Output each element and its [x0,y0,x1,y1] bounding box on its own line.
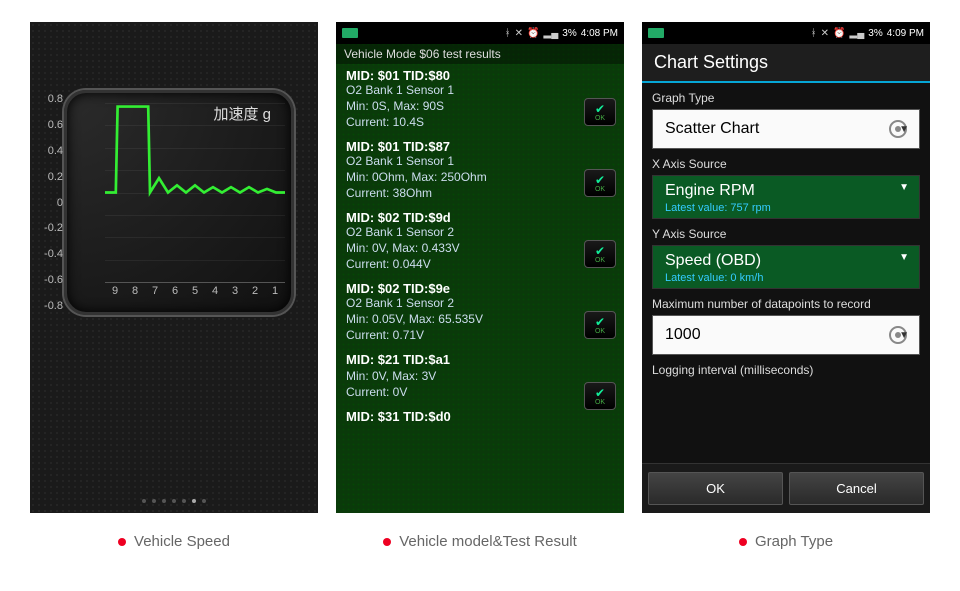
x-axis-label: X Axis Source [652,157,920,171]
signal-icon: ▂▄ [850,28,865,39]
graph-type-label: Graph Type [652,91,920,105]
button-row: OK Cancel [642,463,930,513]
status-bar: ᚼ ✕ ⏰ ▂▄ 3% 4:08 PM [336,22,624,44]
result-item[interactable]: MID: $01 TID:$87 O2 Bank 1 Sensor 1 Min:… [336,135,624,206]
caption-1: Vehicle Speed [30,533,318,550]
results-header: Vehicle Mode $06 test results [336,44,624,64]
interval-label: Logging interval (milliseconds) [652,363,920,377]
max-datapoints-label: Maximum number of datapoints to record [652,297,920,311]
result-item[interactable]: MID: $02 TID:$9d O2 Bank 1 Sensor 2 Min:… [336,206,624,277]
chevron-down-icon: ▼ [899,182,909,193]
x-axis-select[interactable]: Engine RPM Latest value: 757 rpm ▼ [652,175,920,219]
result-item[interactable]: MID: $02 TID:$9e O2 Bank 1 Sensor 2 Min:… [336,277,624,348]
line-trace [105,103,285,282]
x-axis: 9 8 7 6 5 4 3 2 1 [105,285,285,297]
cancel-button[interactable]: Cancel [789,472,924,505]
chevron-down-icon: ▼ [899,252,909,263]
ok-badge: ✔OK [584,311,616,339]
check-icon: ✔ [595,174,605,186]
ok-badge: ✔OK [584,240,616,268]
ok-badge: ✔OK [584,169,616,197]
check-icon: ✔ [595,245,605,257]
chevron-down-icon: ▼ [899,124,909,135]
caption-3: Graph Type [642,533,930,550]
page-title: Chart Settings [654,52,918,73]
dot-icon [383,538,391,546]
plot-area [105,103,285,283]
dot-icon [118,538,126,546]
graph-type-select[interactable]: Scatter Chart ▼ [652,109,920,149]
check-icon: ✔ [595,316,605,328]
battery-pct: 3% [562,28,576,39]
status-bar: ᚼ ✕ ⏰ ▂▄ 3% 4:09 PM [642,22,930,44]
time: 4:08 PM [581,28,618,39]
phone-vehicle-speed: 加速度 g 0.8 0.6 0.4 0.2 0 -0.2 -0.4 -0.6 -… [30,22,318,513]
mute-icon: ✕ [515,28,523,39]
settings-header: Chart Settings [642,44,930,83]
phone-chart-settings: ᚼ ✕ ⏰ ▂▄ 3% 4:09 PM Chart Settings Graph… [642,22,930,513]
dot-icon [739,538,747,546]
max-datapoints-field[interactable]: 1000 ▼ [652,315,920,355]
alarm-icon: ⏰ [833,28,845,39]
result-item[interactable]: MID: $01 TID:$80 O2 Bank 1 Sensor 1 Min:… [336,64,624,135]
acceleration-chart: 加速度 g 0.8 0.6 0.4 0.2 0 -0.2 -0.4 -0.6 -… [64,90,294,315]
chevron-down-icon: ▼ [899,330,909,341]
bluetooth-icon: ᚼ [811,28,817,39]
bluetooth-icon: ᚼ [505,28,511,39]
alarm-icon: ⏰ [527,28,539,39]
signal-icon: ▂▄ [544,28,559,39]
ok-badge: ✔OK [584,98,616,126]
y-axis-label: Y Axis Source [652,227,920,241]
y-axis: 0.8 0.6 0.4 0.2 0 -0.2 -0.4 -0.6 -0.8 [35,93,63,312]
mute-icon: ✕ [821,28,829,39]
time: 4:09 PM [887,28,924,39]
caption-2: Vehicle model&Test Result [336,533,624,550]
phone-test-results: ᚼ ✕ ⏰ ▂▄ 3% 4:08 PM Vehicle Mode $06 tes… [336,22,624,513]
result-list[interactable]: MID: $01 TID:$80 O2 Bank 1 Sensor 1 Min:… [336,64,624,430]
check-icon: ✔ [595,103,605,115]
result-item[interactable]: MID: $31 TID:$d0 [336,405,624,430]
ok-button[interactable]: OK [648,472,783,505]
battery-pct: 3% [868,28,882,39]
y-axis-select[interactable]: Speed (OBD) Latest value: 0 km/h ▼ [652,245,920,289]
page-indicator [142,499,206,503]
result-item[interactable]: MID: $21 TID:$a1 Min: 0V, Max: 3V Curren… [336,348,624,405]
check-icon: ✔ [595,387,605,399]
